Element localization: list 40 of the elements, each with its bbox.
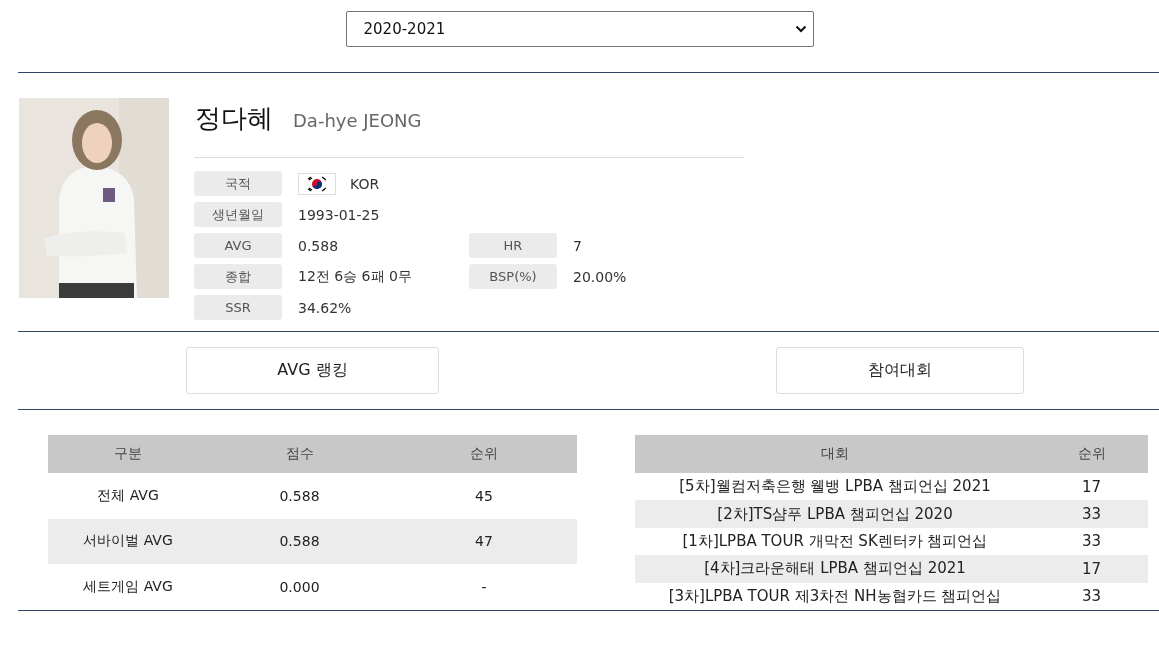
column-header: 순위 xyxy=(391,435,577,473)
table-cell: 전체 AVG xyxy=(48,473,208,519)
info-label: AVG xyxy=(194,233,282,258)
info-label: SSR xyxy=(194,295,282,320)
info-label: BSP(%) xyxy=(469,264,557,289)
info-value: 34.62% xyxy=(298,299,352,316)
table-cell: 45 xyxy=(391,473,577,519)
section-button[interactable]: AVG 랭킹 xyxy=(186,347,439,394)
table-cell: [4차]크라운해태 LPBA 챔피언십 2021 xyxy=(635,555,1035,583)
info-value: 0.588 xyxy=(298,237,339,254)
table-cell: 17 xyxy=(1035,473,1148,501)
chevron-down-icon xyxy=(794,25,807,33)
table-cell: 47 xyxy=(391,518,577,565)
player-name-english: Da-hye JEONG xyxy=(293,110,422,131)
table-cell: [1차]LPBA TOUR 개막전 SK렌터카 챔피언십 xyxy=(635,527,1035,556)
info-value: KOR xyxy=(350,175,380,192)
table-cell: [2차]TS샴푸 LPBA 챔피언십 2020 xyxy=(635,500,1035,528)
player-name: 정다혜 xyxy=(195,102,273,135)
table-cell: 17 xyxy=(1035,555,1148,583)
table-cell: 33 xyxy=(1035,527,1148,556)
column-header: 구분 xyxy=(48,435,208,473)
table-cell: 서바이벌 AVG xyxy=(48,518,208,565)
info-label: HR xyxy=(469,233,557,258)
info-value: 20.00% xyxy=(573,268,627,285)
table-cell: 0.588 xyxy=(208,518,391,565)
table-cell: 0.588 xyxy=(208,473,391,519)
info-value: 12전 6승 6패 0무 xyxy=(298,267,412,286)
column-header: 점수 xyxy=(208,435,391,473)
section-button[interactable]: 참여대회 xyxy=(776,347,1024,394)
flag-icon xyxy=(298,172,336,195)
table-cell: 33 xyxy=(1035,500,1148,528)
season-select[interactable]: 2020-2021 xyxy=(345,11,814,47)
info-value: 7 xyxy=(573,237,582,254)
column-header: 순위 xyxy=(1035,435,1148,473)
info-label: 국적 xyxy=(194,171,282,196)
info-label: 종합 xyxy=(194,264,282,289)
table-cell: [5차]웰컴저축은행 웰뱅 LPBA 챔피언십 2021 xyxy=(635,473,1035,501)
column-header: 대회 xyxy=(635,435,1035,473)
info-label: 생년월일 xyxy=(194,202,282,227)
info-value: 1993-01-25 xyxy=(298,206,380,223)
